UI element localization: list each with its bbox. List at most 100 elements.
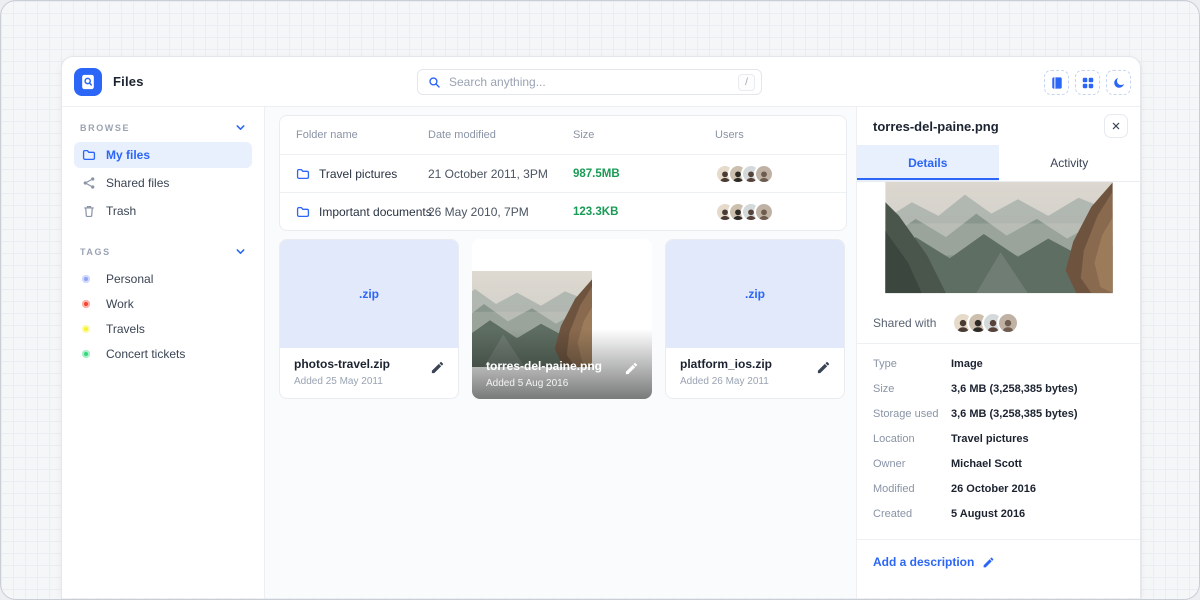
- folder-icon: [296, 205, 310, 219]
- file-added-date: Added 26 May 2011: [680, 376, 830, 387]
- shared-with-label: Shared with: [873, 316, 936, 330]
- field-size: Size3,6 MB (3,258,385 bytes): [873, 376, 1124, 401]
- tag-label: Travels: [106, 322, 145, 336]
- tab-activity[interactable]: Activity: [999, 145, 1141, 181]
- zip-preview: .zip: [280, 240, 458, 348]
- file-details-fields: TypeImage Size3,6 MB (3,258,385 bytes) S…: [857, 344, 1140, 536]
- folder-icon: [82, 148, 96, 162]
- file-added-date: Added 25 May 2011: [294, 376, 444, 387]
- app-header: Files /: [62, 57, 1140, 107]
- tab-details[interactable]: Details: [857, 145, 999, 181]
- folder-icon: [296, 167, 310, 181]
- tag-item-personal[interactable]: Personal: [74, 266, 252, 291]
- app-logo: [74, 68, 102, 96]
- trash-icon: [82, 204, 96, 218]
- edit-file-button[interactable]: [816, 360, 831, 380]
- folder-name: Travel pictures: [319, 167, 397, 181]
- sidebar-item-my-files[interactable]: My files: [74, 142, 252, 168]
- table-row[interactable]: Travel pictures 21 October 2011, 3PM 987…: [280, 154, 846, 192]
- folder-size: 123.3KB: [573, 206, 715, 218]
- sidebar-item-label: Shared files: [106, 176, 169, 190]
- shared-users-avatars: [715, 202, 830, 222]
- details-panel-title: torres-del-paine.png: [873, 119, 999, 134]
- sidebar-item-trash[interactable]: Trash: [74, 198, 252, 224]
- field-created: Created5 August 2016: [873, 501, 1124, 526]
- edit-file-button[interactable]: [430, 360, 445, 380]
- tag-item-concert-tickets[interactable]: Concert tickets: [74, 341, 252, 366]
- app-title: Files: [113, 74, 144, 89]
- search-shortcut-badge: /: [738, 74, 755, 91]
- folder-name: Important documents: [319, 205, 432, 219]
- file-name: torres-del-paine.png: [486, 359, 602, 373]
- column-users: Users: [715, 129, 830, 141]
- document-search-icon: [78, 72, 98, 92]
- notebook-button[interactable]: [1044, 70, 1069, 95]
- search-input[interactable]: [449, 75, 738, 89]
- table-row[interactable]: Important documents 26 May 2010, 7PM 123…: [280, 192, 846, 230]
- share-icon: [82, 176, 96, 190]
- search-bar[interactable]: /: [417, 69, 762, 95]
- chevron-down-icon[interactable]: [235, 122, 246, 133]
- folder-size: 987.5MB: [573, 168, 715, 180]
- shared-users-avatars: [715, 164, 830, 184]
- pencil-icon: [624, 361, 639, 376]
- tag-label: Personal: [106, 272, 153, 286]
- pencil-icon: [816, 360, 831, 375]
- dark-mode-button[interactable]: [1106, 70, 1131, 95]
- chevron-down-icon[interactable]: [235, 246, 246, 257]
- shared-with-avatars: [952, 312, 1019, 334]
- field-type: TypeImage: [873, 351, 1124, 376]
- column-folder-name: Folder name: [296, 129, 428, 141]
- file-card-torres-del-paine[interactable]: torres-del-paine.png Added 5 Aug 2016: [472, 239, 652, 399]
- avatar: [997, 312, 1019, 334]
- sidebar: BROWSE My files Shared files Trash TAGS: [62, 107, 265, 598]
- details-tabs: Details Activity: [857, 145, 1140, 182]
- mountain-photo-preview: [857, 182, 1141, 302]
- browse-section-label: BROWSE: [80, 123, 130, 133]
- sidebar-item-label: My files: [106, 148, 150, 162]
- file-card-platform-ios[interactable]: .zip platform_ios.zip Added 26 May 2011: [665, 239, 845, 399]
- table-header-row: Folder name Date modified Size Users: [280, 116, 846, 154]
- close-panel-button[interactable]: [1104, 114, 1128, 138]
- tags-section: TAGS Personal Work Travels Concer: [74, 246, 252, 366]
- details-panel: torres-del-paine.png Details Activity Sh…: [856, 107, 1140, 598]
- column-date-modified: Date modified: [428, 129, 573, 141]
- tag-label: Concert tickets: [106, 347, 185, 361]
- avatar: [754, 164, 774, 184]
- file-card-photos-travel[interactable]: .zip photos-travel.zip Added 25 May 2011: [279, 239, 459, 399]
- tag-item-work[interactable]: Work: [74, 291, 252, 316]
- add-description-button[interactable]: Add a description: [857, 540, 1140, 584]
- tags-section-header[interactable]: TAGS: [74, 246, 252, 257]
- main-content: Folder name Date modified Size Users Tra…: [265, 107, 856, 598]
- moon-icon: [1112, 76, 1126, 90]
- header-actions: [1044, 70, 1131, 95]
- edit-file-button[interactable]: [624, 361, 639, 381]
- add-description-label: Add a description: [873, 555, 974, 569]
- tags-section-label: TAGS: [80, 247, 111, 257]
- tag-color-dot: [82, 275, 90, 283]
- browse-section-header[interactable]: BROWSE: [74, 122, 252, 133]
- column-size: Size: [573, 129, 715, 141]
- grid-view-button[interactable]: [1075, 70, 1100, 95]
- tag-color-dot: [82, 325, 90, 333]
- avatar: [754, 202, 774, 222]
- search-icon: [428, 76, 441, 89]
- file-name: photos-travel.zip: [294, 357, 444, 371]
- folders-table: Folder name Date modified Size Users Tra…: [279, 115, 847, 231]
- close-icon: [1111, 121, 1121, 131]
- pencil-icon: [982, 556, 995, 569]
- field-location: LocationTravel pictures: [873, 426, 1124, 451]
- file-name: platform_ios.zip: [680, 357, 830, 371]
- shared-with-row: Shared with: [857, 302, 1140, 344]
- zip-extension-label: .zip: [359, 287, 379, 301]
- notebook-icon: [1050, 76, 1064, 90]
- tag-item-travels[interactable]: Travels: [74, 316, 252, 341]
- sidebar-item-shared-files[interactable]: Shared files: [74, 170, 252, 196]
- grid-icon: [1081, 76, 1095, 90]
- tag-color-dot: [82, 350, 90, 358]
- sidebar-item-label: Trash: [106, 204, 136, 218]
- date-modified: 21 October 2011, 3PM: [428, 167, 573, 181]
- file-added-date: Added 5 Aug 2016: [486, 378, 602, 389]
- pencil-icon: [430, 360, 445, 375]
- zip-extension-label: .zip: [745, 287, 765, 301]
